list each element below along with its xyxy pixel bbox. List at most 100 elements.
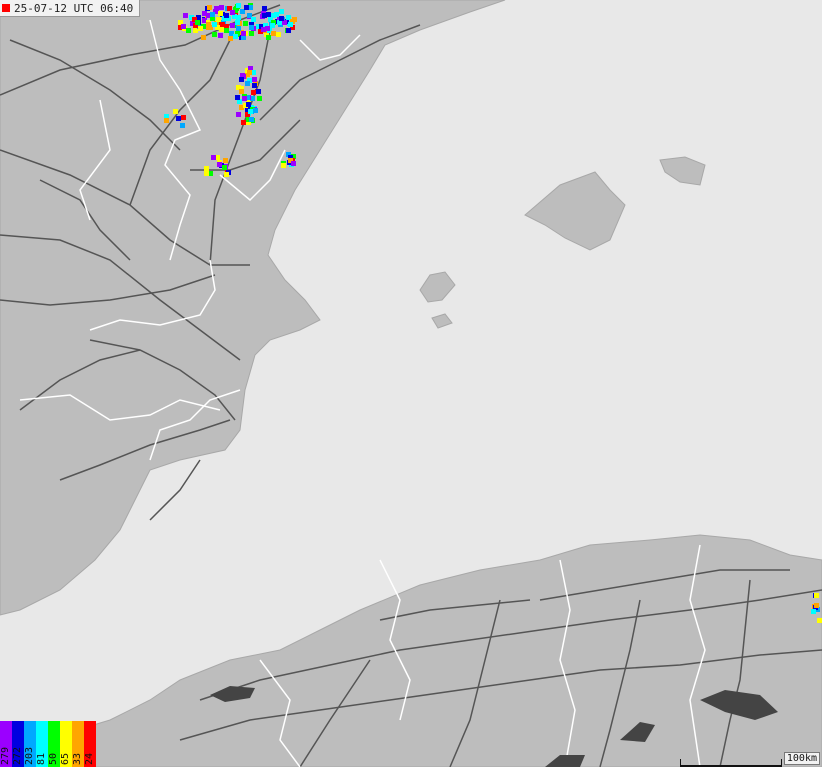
legend-segment: 33 [72,721,84,767]
lightning-strike [239,89,244,94]
lightning-strike [270,23,275,28]
lightning-strike [210,12,215,17]
lightning-strike [291,161,296,166]
lightning-strike [207,5,212,10]
lightning-strike [224,13,229,18]
lightning-strike [251,17,256,22]
legend-segment: 81 [36,721,48,767]
lightning-strike [201,35,206,40]
lightning-strike [222,165,227,170]
lightning-map[interactable] [0,0,822,767]
lightning-strike [817,618,822,623]
lightning-strike [211,155,216,160]
lightning-strike [235,95,240,100]
lightning-strike [204,166,209,171]
lightning-strike [219,5,224,10]
lightning-strike [279,9,284,14]
lightning-strike [251,90,256,95]
legend-segment: 279 [0,721,12,767]
lightning-strike [236,112,241,117]
lightning-strike [180,123,185,128]
legend-label: 24 [84,752,95,765]
legend-segment: 203 [24,721,36,767]
lightning-strike [164,118,169,123]
lightning-strike [195,20,200,25]
lightning-strike [247,70,252,75]
lightning-strike [252,83,257,88]
legend-label: 203 [24,746,35,765]
lightning-strike [235,20,240,25]
lightning-strike [236,15,241,20]
lightning-strike [814,603,819,608]
scale-label: 100km [786,753,817,764]
lightning-strike [248,109,253,114]
lightning-strike [281,163,286,168]
lightning-strike [212,32,217,37]
lightning-strike [252,77,257,82]
lightning-strike [204,171,209,176]
lightning-strike [236,3,241,8]
legend-segment: 50 [48,721,60,767]
lightning-strike [256,89,261,94]
legend-label: 50 [48,752,59,765]
lightning-strike [262,13,267,18]
lightning-strike [236,26,241,31]
lightning-strike [257,96,262,101]
lightning-strike [276,32,281,37]
lightning-strike [173,109,178,114]
live-indicator-icon [2,4,10,12]
lightning-strike [245,81,250,86]
lightning-strike [230,10,235,15]
lightning-strike [198,26,203,31]
lightning-strike [244,5,249,10]
lightning-strike [176,116,181,121]
lightning-strike [224,172,229,177]
lightning-strike [218,33,223,38]
lightning-strike [206,22,211,27]
lightning-strike [217,162,222,167]
lightning-strike [239,77,244,82]
timestamp-text: 25-07-12 UTC 06:40 [14,1,134,15]
scale-bar-line [680,759,782,767]
lightning-strike [218,11,223,16]
lightning-strike [241,31,246,36]
lightning-strike [224,28,229,33]
lightning-strike [241,120,246,125]
lightning-strike [261,27,266,32]
legend-label: 33 [72,752,83,765]
lightning-strike [230,23,235,28]
strike-age-legend: 279 272 203 81 50 65 33 24 [0,721,96,767]
lightning-strike [253,108,258,113]
lightning-strike [279,16,284,21]
lightning-strike [233,34,238,39]
lightning-strike [219,27,224,32]
lightning-strike [286,28,291,33]
lightning-strike [181,24,186,29]
lightning-strike [249,31,254,36]
lightning-strike [220,22,225,27]
lightning-strike [274,12,279,17]
scale-bar: 100km [783,752,820,765]
lightning-strike [271,31,276,36]
legend-label: 279 [0,746,11,765]
lightning-strike [223,158,228,163]
lightning-strike [216,17,221,22]
legend-segment: 272 [12,721,24,767]
lightning-strike [266,35,271,40]
lightning-strike [202,11,207,16]
lightning-strike [242,96,247,101]
lightning-strike [243,21,248,26]
lightning-strike [811,609,816,614]
lightning-strike [246,102,251,107]
lightning-strike [214,6,219,11]
legend-segment: 24 [84,721,96,767]
legend-label: 81 [36,752,47,765]
lightning-strike [183,13,188,18]
lightning-strike [249,25,254,30]
lightning-strike [228,36,233,41]
lightning-strike [212,22,217,27]
timestamp-label: 25-07-12 UTC 06:40 [0,0,141,17]
lightning-strike [249,117,254,122]
legend-segment: 65 [60,721,72,767]
lightning-strike [186,28,191,33]
